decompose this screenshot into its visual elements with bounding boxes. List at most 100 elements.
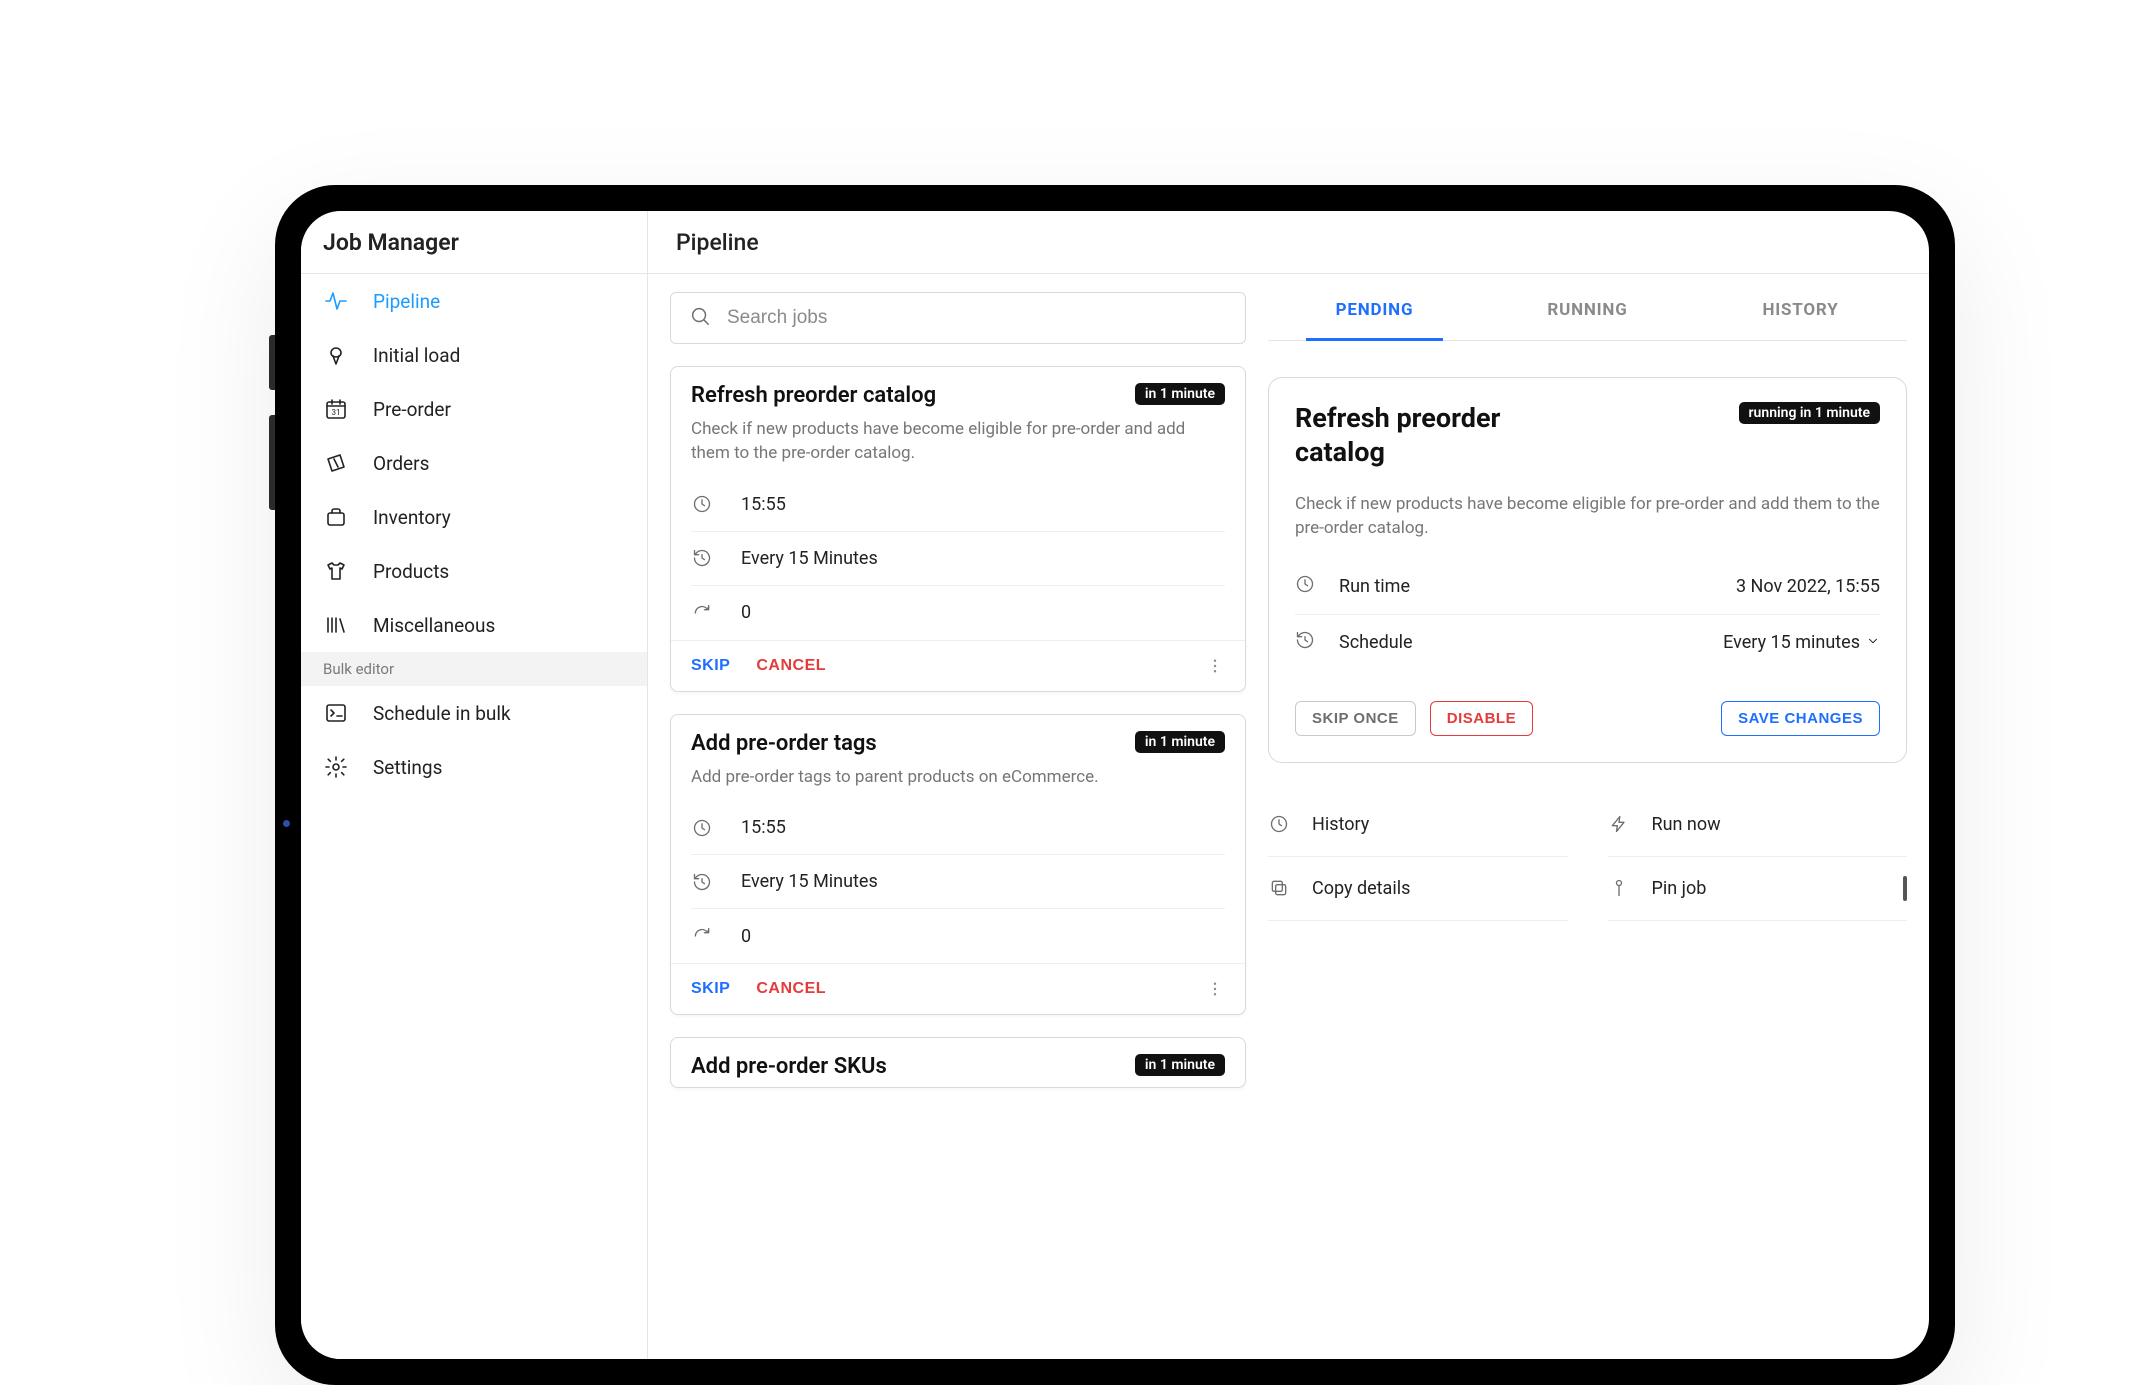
detail-badge: running in 1 minute bbox=[1739, 402, 1880, 424]
sidebar-item-settings[interactable]: Settings bbox=[301, 740, 647, 794]
icecream-icon bbox=[323, 342, 349, 368]
tab-history[interactable]: HISTORY bbox=[1694, 274, 1907, 340]
device-button bbox=[269, 415, 275, 510]
cancel-button[interactable]: CANCEL bbox=[756, 657, 826, 675]
detail-runtime-value: 3 Nov 2022, 15:55 bbox=[1736, 576, 1880, 597]
job-count-row: 0 bbox=[691, 909, 1225, 963]
job-description: Add pre-order tags to parent products on… bbox=[691, 766, 1225, 790]
job-badge: in 1 minute bbox=[1135, 383, 1225, 405]
quick-run-now[interactable]: Run now bbox=[1608, 793, 1908, 857]
quick-actions: History Run now Copy details bbox=[1268, 793, 1907, 921]
sidebar-section-bulk-editor: Bulk editor bbox=[301, 652, 647, 686]
job-freq: Every 15 Minutes bbox=[741, 548, 878, 569]
clock-icon bbox=[1268, 813, 1290, 835]
shirt-icon bbox=[323, 558, 349, 584]
page-title: Pipeline bbox=[648, 211, 1929, 274]
sidebar-item-orders[interactable]: Orders bbox=[301, 436, 647, 490]
job-count: 0 bbox=[741, 926, 751, 947]
ticket-icon bbox=[323, 450, 349, 476]
history-icon bbox=[691, 871, 713, 893]
sidebar-item-label: Pipeline bbox=[373, 290, 440, 313]
sidebar-item-products[interactable]: Products bbox=[301, 544, 647, 598]
job-count-row: 0 bbox=[691, 586, 1225, 640]
job-title: Refresh preorder catalog bbox=[691, 383, 936, 408]
sidebar-item-pipeline[interactable]: Pipeline bbox=[301, 274, 647, 328]
sidebar-item-label: Orders bbox=[373, 452, 429, 475]
job-freq: Every 15 Minutes bbox=[741, 871, 878, 892]
detail-schedule-label: Schedule bbox=[1339, 632, 1413, 653]
terminal-icon bbox=[323, 700, 349, 726]
cancel-button[interactable]: CANCEL bbox=[756, 980, 826, 998]
search-box[interactable] bbox=[670, 292, 1246, 344]
sidebar-item-miscellaneous[interactable]: Miscellaneous bbox=[301, 598, 647, 652]
tabs: PENDING RUNNING HISTORY bbox=[1268, 274, 1907, 341]
copy-icon bbox=[1268, 877, 1290, 899]
quick-history[interactable]: History bbox=[1268, 793, 1568, 857]
refresh-icon bbox=[691, 602, 713, 624]
sidebar-item-label: Inventory bbox=[373, 506, 451, 529]
sidebar-item-inventory[interactable]: Inventory bbox=[301, 490, 647, 544]
tab-pending[interactable]: PENDING bbox=[1268, 274, 1481, 340]
quick-history-label: History bbox=[1312, 814, 1369, 835]
disable-button[interactable]: DISABLE bbox=[1430, 701, 1533, 736]
gear-icon bbox=[323, 754, 349, 780]
detail-card: Refresh preorder catalog running in 1 mi… bbox=[1268, 377, 1907, 763]
save-changes-button[interactable]: SAVE CHANGES bbox=[1721, 701, 1880, 736]
sidebar-item-label: Products bbox=[373, 560, 449, 583]
bolt-icon bbox=[1608, 813, 1630, 835]
job-card: Add pre-order SKUs in 1 minute bbox=[670, 1037, 1246, 1088]
sidebar-item-label: Settings bbox=[373, 756, 442, 779]
sidebar-item-label: Pre-order bbox=[373, 398, 451, 421]
chevron-down-icon bbox=[1866, 632, 1880, 653]
detail-schedule-value: Every 15 minutes bbox=[1723, 632, 1860, 653]
sidebar-item-label: Miscellaneous bbox=[373, 614, 495, 637]
job-title: Add pre-order SKUs bbox=[691, 1054, 887, 1079]
job-time: 15:55 bbox=[741, 494, 786, 515]
job-card: Add pre-order tags in 1 minute Add pre-o… bbox=[670, 714, 1246, 1016]
skip-button[interactable]: SKIP bbox=[691, 980, 730, 998]
clock-icon bbox=[691, 493, 713, 515]
job-schedule-row: Every 15 Minutes bbox=[691, 532, 1225, 586]
history-icon bbox=[691, 547, 713, 569]
main: Pipeline bbox=[648, 211, 1929, 1359]
kebab-icon[interactable] bbox=[1205, 653, 1225, 679]
sidebar-title: Job Manager bbox=[301, 211, 647, 274]
detail-description: Check if new products have become eligib… bbox=[1295, 492, 1880, 541]
detail-column: PENDING RUNNING HISTORY Refresh preorder… bbox=[1268, 274, 1929, 1359]
job-badge: in 1 minute bbox=[1135, 731, 1225, 753]
pin-icon bbox=[1608, 877, 1630, 899]
sidebar-item-pre-order[interactable]: 31 Pre-order bbox=[301, 382, 647, 436]
search-icon bbox=[689, 305, 711, 331]
detail-runtime-row: Run time 3 Nov 2022, 15:55 bbox=[1295, 559, 1880, 615]
search-input[interactable] bbox=[727, 307, 1227, 329]
device-button bbox=[269, 335, 275, 390]
job-card: Refresh preorder catalog in 1 minute Che… bbox=[670, 366, 1246, 692]
quick-pin-label: Pin job bbox=[1652, 878, 1707, 899]
sidebar-item-initial-load[interactable]: Initial load bbox=[301, 328, 647, 382]
sidebar-item-schedule-in-bulk[interactable]: Schedule in bulk bbox=[301, 686, 647, 740]
detail-runtime-label: Run time bbox=[1339, 576, 1410, 597]
box-icon bbox=[323, 504, 349, 530]
quick-copy-details[interactable]: Copy details bbox=[1268, 857, 1568, 921]
device-camera bbox=[283, 820, 290, 827]
kebab-icon[interactable] bbox=[1205, 976, 1225, 1002]
sidebar-item-label: Schedule in bulk bbox=[373, 702, 511, 725]
job-badge: in 1 minute bbox=[1135, 1054, 1225, 1076]
tab-running[interactable]: RUNNING bbox=[1481, 274, 1694, 340]
detail-schedule-row[interactable]: Schedule Every 15 minutes bbox=[1295, 615, 1880, 671]
skip-once-button[interactable]: SKIP ONCE bbox=[1295, 701, 1416, 736]
pin-checkbox[interactable] bbox=[1903, 876, 1907, 901]
quick-run-now-label: Run now bbox=[1652, 814, 1721, 835]
sidebar: Job Manager Pipeline Initial load bbox=[301, 211, 648, 1359]
job-description: Check if new products have become eligib… bbox=[691, 418, 1225, 466]
history-icon bbox=[1295, 630, 1315, 655]
skip-button[interactable]: SKIP bbox=[691, 657, 730, 675]
clock-icon bbox=[1295, 574, 1315, 599]
job-time: 15:55 bbox=[741, 817, 786, 838]
sidebar-item-label: Initial load bbox=[373, 344, 460, 367]
calendar-icon: 31 bbox=[323, 396, 349, 422]
jobs-column: Refresh preorder catalog in 1 minute Che… bbox=[648, 274, 1268, 1359]
quick-pin-job[interactable]: Pin job bbox=[1608, 857, 1908, 921]
detail-title: Refresh preorder catalog bbox=[1295, 402, 1595, 470]
job-time-row: 15:55 bbox=[691, 478, 1225, 532]
